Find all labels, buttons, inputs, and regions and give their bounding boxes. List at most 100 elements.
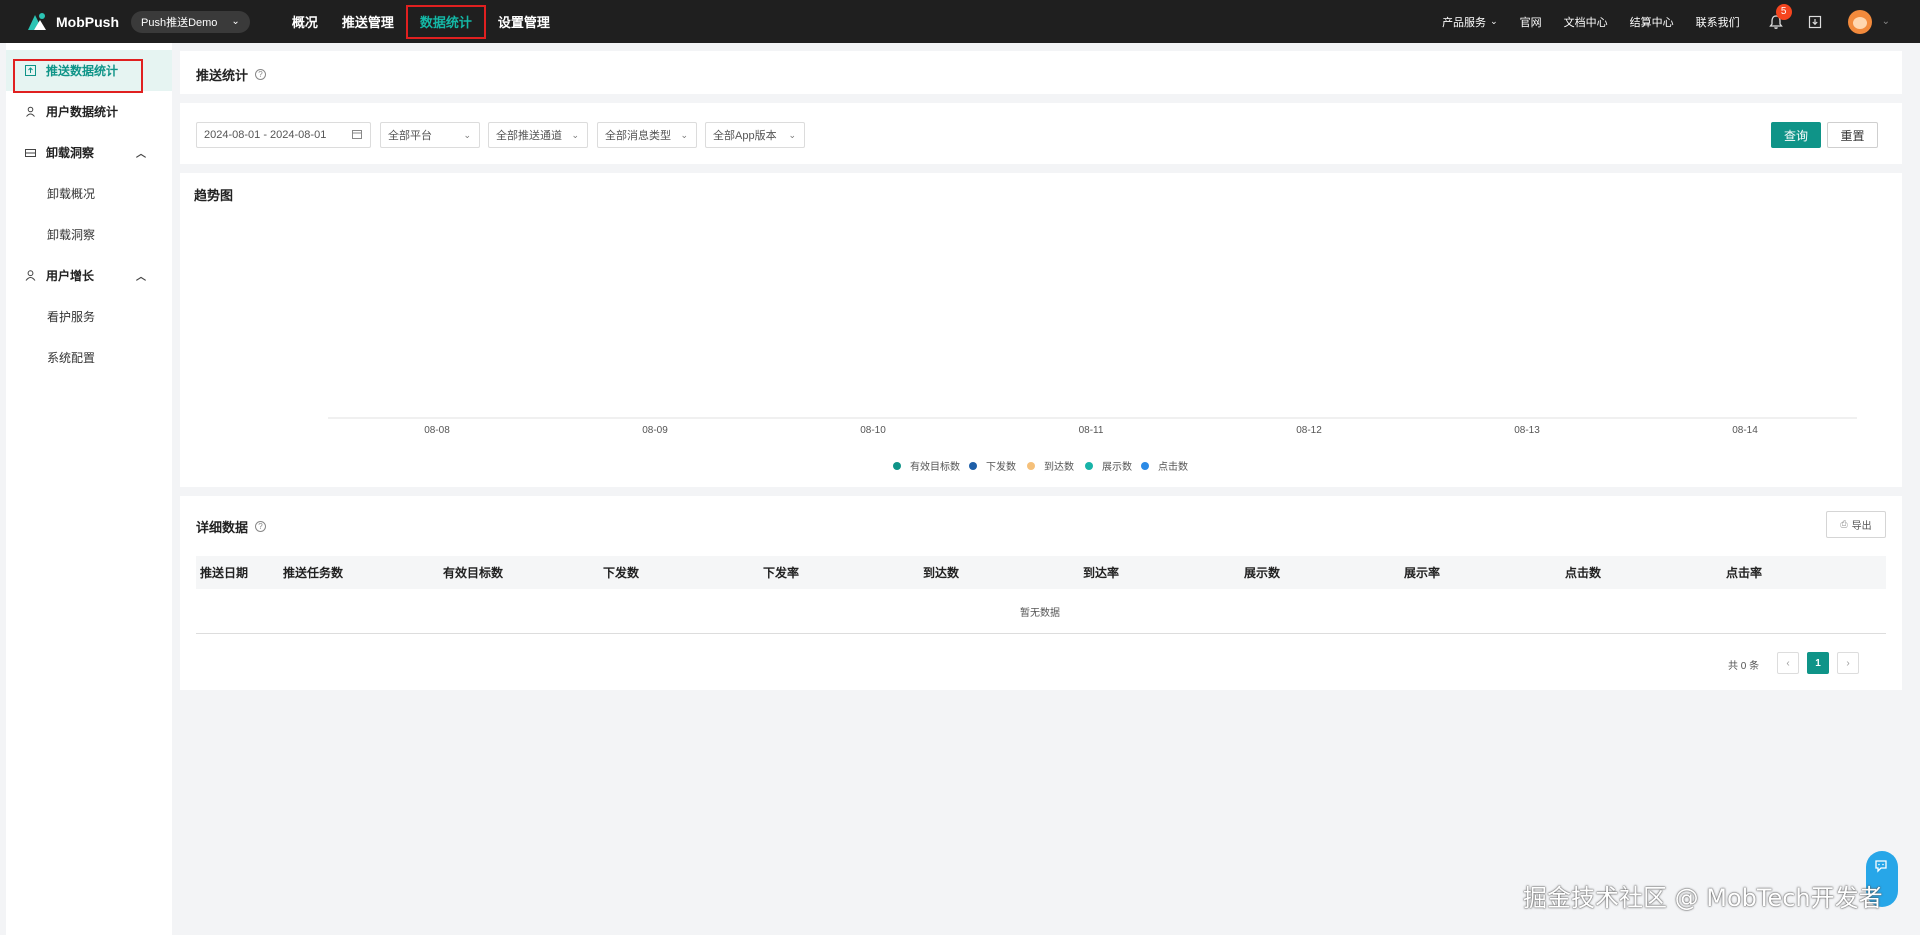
query-button[interactable]: 查询 (1771, 122, 1821, 148)
highlight-box (13, 59, 143, 93)
col-shown-count: 展示数 (1244, 566, 1281, 580)
legend-dot (1027, 461, 1035, 470)
col-sent-rate: 下发率 (763, 566, 800, 580)
user-avatar[interactable] (1847, 9, 1872, 34)
export-button[interactable]: ⎙ 导出 (1826, 511, 1886, 538)
pagination-total: 共 0 条 (1728, 661, 1760, 672)
top-bar: MobPush Push推送Demo ⌄ 概况 推送管理 数据统计 设置管理 产… (0, 0, 1920, 43)
pagination-prev-button[interactable]: ‹ (1777, 652, 1799, 674)
platform-select-value: 全部平台 (388, 130, 432, 142)
legend-item[interactable]: 点击数 (1141, 458, 1188, 473)
sidebar-item-label: 用户数据统计 (46, 105, 119, 119)
notification-bell-icon[interactable]: 5 (1768, 3, 1792, 30)
app-version-select[interactable]: 全部App版本 ⌄ (705, 122, 805, 148)
help-icon[interactable]: ? (255, 69, 267, 80)
legend-item[interactable]: 有效目标数 (893, 458, 960, 473)
app-selector[interactable]: Push推送Demo ⌄ (131, 10, 250, 33)
chevron-up-icon: ︿ (136, 272, 146, 283)
x-tick-label: 08-14 (1732, 425, 1758, 436)
legend-label: 展示数 (1102, 462, 1132, 473)
calendar-icon (352, 129, 362, 141)
chart-title: 趋势图 (194, 188, 234, 203)
sidebar-item-label: 用户增长 (46, 269, 95, 283)
sidebar-item-uninstall-insight[interactable]: 卸载洞察 (6, 214, 172, 255)
page-title-row: 推送统计 ? (196, 65, 267, 84)
chevron-down-icon: ⌄ (680, 129, 688, 140)
col-click-rate: 点击率 (1726, 566, 1763, 580)
export-button-label: 导出 (1851, 521, 1872, 532)
sidebar-item-care-service[interactable]: 看护服务 (6, 296, 172, 337)
platform-select[interactable]: 全部平台 ⌄ (380, 122, 480, 148)
legend-item[interactable]: 下发数 (969, 458, 1016, 473)
chevron-down-icon: ⌄ (463, 129, 471, 140)
pagination-page-current[interactable]: 1 (1807, 652, 1829, 674)
pagination-next-button[interactable]: › (1837, 652, 1859, 674)
date-range-picker[interactable]: 2024-08-01 - 2024-08-01 (196, 122, 371, 148)
x-tick-label: 08-10 (860, 425, 886, 436)
legend-dot (969, 461, 977, 470)
sidebar-item-uninstall-insight-group[interactable]: 卸载洞察 ︿ (6, 132, 172, 173)
chevron-down-icon[interactable]: ⌄ (1882, 16, 1890, 27)
nav-settings-management[interactable]: 设置管理 (486, 5, 562, 39)
notification-badge: 5 (1775, 3, 1792, 20)
table-bottom-divider (196, 633, 1886, 634)
col-arrived-count: 到达数 (923, 566, 960, 580)
chevron-down-icon: ⌄ (571, 129, 579, 140)
x-tick-label: 08-11 (1079, 425, 1104, 436)
product-services-menu[interactable]: 产品服务 ⌄ (1442, 14, 1498, 30)
detail-title-row: 详细数据 ? (196, 517, 267, 536)
app-version-select-value: 全部App版本 (713, 130, 777, 142)
sidebar-item-user-statistics[interactable]: 用户数据统计 (6, 91, 172, 132)
user-icon (24, 106, 36, 118)
channel-select[interactable]: 全部推送通道 ⌄ (488, 122, 588, 148)
legend-label: 下发数 (986, 462, 1016, 473)
legend-label: 到达数 (1044, 462, 1074, 473)
nav-data-statistics[interactable]: 数据统计 (405, 4, 486, 39)
help-icon[interactable]: ? (255, 521, 267, 532)
detail-title: 详细数据 (196, 520, 249, 535)
x-tick-label: 08-13 (1514, 425, 1540, 436)
message-type-select-value: 全部消息类型 (605, 130, 671, 142)
sidebar-item-system-config[interactable]: 系统配置 (6, 337, 172, 378)
person-icon (24, 270, 36, 282)
col-push-task-count: 推送任务数 (283, 566, 344, 580)
page-title: 推送统计 (196, 68, 249, 83)
table-header: 推送日期 推送任务数 有效目标数 下发数 下发率 到达数 到达率 展示数 展示率… (196, 556, 1886, 589)
chevron-down-icon: ⌄ (1490, 16, 1498, 26)
x-tick-label: 08-09 (642, 425, 668, 436)
sidebar-item-push-statistics[interactable]: 推送数据统计 (6, 50, 172, 93)
chevron-up-icon: ︿ (136, 149, 146, 160)
sidebar-item-label: 卸载洞察 (46, 146, 95, 160)
billing-center-link[interactable]: 结算中心 (1630, 14, 1674, 30)
message-type-select[interactable]: 全部消息类型 ⌄ (597, 122, 697, 148)
nav-overview[interactable]: 概况 (280, 5, 330, 39)
chevron-down-icon: ⌄ (788, 129, 796, 140)
product-services-label: 产品服务 (1442, 16, 1487, 29)
legend-dot (1085, 461, 1093, 470)
sidebar-item-user-growth-group[interactable]: 用户增长 ︿ (6, 255, 172, 296)
col-push-date: 推送日期 (200, 566, 249, 580)
reset-button[interactable]: 重置 (1827, 122, 1878, 148)
drive-icon (24, 147, 36, 159)
col-arrived-rate: 到达率 (1083, 566, 1120, 580)
sidebar-item-uninstall-overview[interactable]: 卸载概况 (6, 173, 172, 214)
download-icon[interactable] (1808, 15, 1822, 29)
sidebar: 推送数据统计 用户数据统计 卸载洞察 ︿ 卸载概况 卸载洞察 用户增长 ︿ 看护… (6, 43, 172, 935)
col-shown-rate: 展示率 (1404, 566, 1441, 580)
docs-center-link[interactable]: 文档中心 (1564, 14, 1608, 30)
col-valid-target-count: 有效目标数 (443, 566, 504, 580)
col-click-count: 点击数 (1565, 566, 1602, 580)
x-tick-label: 08-08 (424, 425, 450, 436)
legend-label: 有效目标数 (910, 462, 960, 473)
page-title-card: 推送统计 ? (180, 51, 1902, 94)
nav-push-management[interactable]: 推送管理 (330, 5, 406, 39)
empty-state-text: 暂无数据 (1020, 608, 1060, 619)
contact-us-link[interactable]: 联系我们 (1696, 14, 1740, 30)
main-nav: 概况 推送管理 数据统计 设置管理 (280, 0, 562, 43)
col-sent-count: 下发数 (603, 566, 640, 580)
legend-item[interactable]: 展示数 (1085, 458, 1132, 473)
brand-name: MobPush (56, 13, 119, 30)
official-site-link[interactable]: 官网 (1520, 14, 1542, 30)
legend-item[interactable]: 到达数 (1027, 458, 1074, 473)
logo[interactable]: MobPush (26, 0, 119, 43)
